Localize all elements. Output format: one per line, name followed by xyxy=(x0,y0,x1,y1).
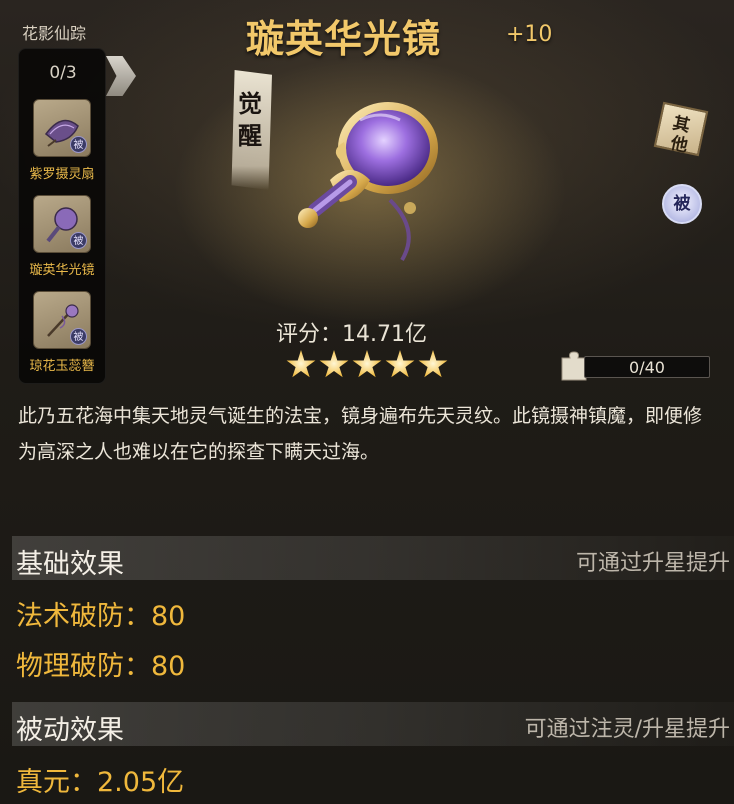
passive-tag: 被 xyxy=(70,136,87,153)
passive-effects-header: 被动效果 可通过注灵/升星提升 xyxy=(12,702,734,746)
basic-effects-header: 基础效果 可通过升星提升 xyxy=(12,536,734,580)
item-level: +10 xyxy=(506,22,553,47)
item-detail-screen: 花影仙踪 0/3 被 紫罗摄灵扇 被 璇英华光镜 被 琼花玉蕊簪 璇英华光镜 +… xyxy=(0,0,734,804)
section-title: 基础效果 xyxy=(16,549,124,580)
collection-item-fan[interactable]: 被 紫罗摄灵扇 xyxy=(29,99,95,182)
item-score: 评分：14.71亿 xyxy=(276,322,427,347)
star-icon xyxy=(319,350,349,378)
passive-badge[interactable]: 被 xyxy=(662,184,702,224)
section-hint: 可通过注灵/升星提升 xyxy=(524,717,730,742)
item-description: 此乃五花海中集天地灵气诞生的法宝，镜身遍布先天灵纹。此镜摄神镇魔，即便修为高深之… xyxy=(18,405,703,463)
star-icon xyxy=(352,350,382,378)
other-char: 他 xyxy=(668,133,690,157)
passive-tag: 被 xyxy=(70,232,87,249)
hairpin-thumbnail: 被 xyxy=(33,291,91,349)
fragment-progress-text: 0/40 xyxy=(629,358,665,377)
fragment-progress-bar: 0/40 xyxy=(584,356,710,378)
awaken-char: 醒 xyxy=(238,122,262,150)
star-rating xyxy=(286,350,451,382)
star-icon xyxy=(385,350,415,378)
mirror-thumbnail: 被 xyxy=(33,195,91,253)
collection-item-label: 琼花玉蕊簪 xyxy=(29,359,95,374)
other-badge[interactable]: 其 他 xyxy=(653,101,709,157)
collection-item-label: 璇英华光镜 xyxy=(29,263,95,278)
fan-thumbnail: 被 xyxy=(33,99,91,157)
awaken-banner[interactable]: 觉 醒 xyxy=(231,70,272,190)
collection-panel: 0/3 被 紫罗摄灵扇 被 璇英华光镜 被 琼花玉蕊簪 xyxy=(18,48,106,384)
expand-arrow-icon[interactable] xyxy=(106,56,136,96)
awaken-char: 觉 xyxy=(238,90,262,118)
stat-line: 法术破防：80 xyxy=(16,601,186,632)
collection-title: 花影仙踪 xyxy=(22,24,87,43)
section-title: 被动效果 xyxy=(16,715,124,746)
star-icon xyxy=(286,350,316,378)
mirror-artwork xyxy=(298,102,438,262)
passive-tag: 被 xyxy=(70,328,87,345)
collection-count: 0/3 xyxy=(49,63,77,83)
section-hint: 可通过升星提升 xyxy=(575,551,730,576)
collection-item-mirror[interactable]: 被 璇英华光镜 xyxy=(29,195,95,278)
item-name: 璇英华光镜 xyxy=(246,17,442,61)
stat-line: 真元：2.05亿 xyxy=(16,767,185,798)
star-icon xyxy=(418,350,448,378)
stat-line: 物理破防：80 xyxy=(16,651,186,682)
collection-item-label: 紫罗摄灵扇 xyxy=(29,167,95,182)
collection-item-hairpin[interactable]: 被 琼花玉蕊簪 xyxy=(29,291,95,374)
